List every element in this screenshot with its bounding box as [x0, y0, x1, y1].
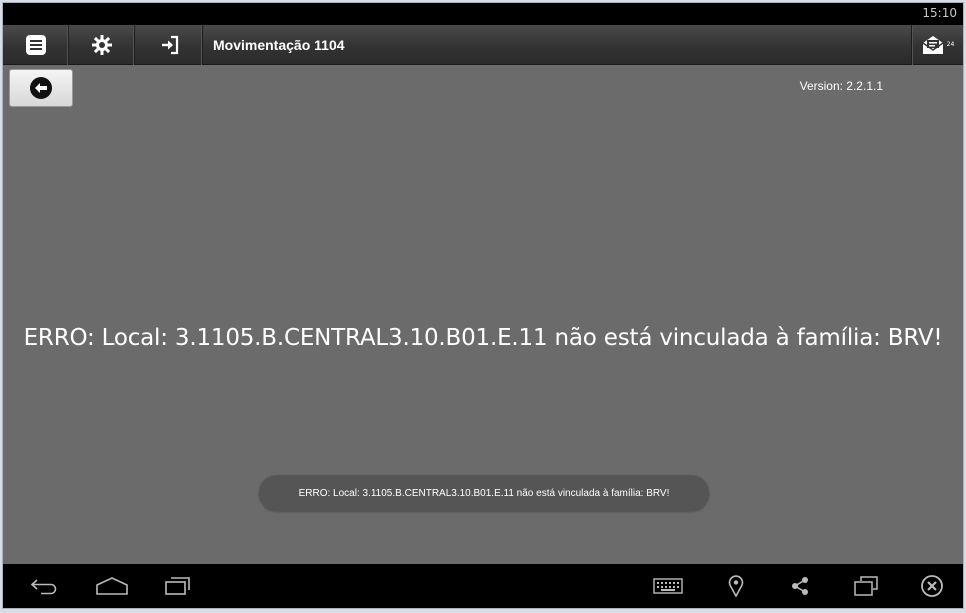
mail-count-badge: 24 — [946, 40, 955, 48]
close-icon — [921, 575, 943, 597]
toast-message: ERRO: Local: 3.1105.B.CENTRAL3.10.B01.E.… — [298, 487, 670, 499]
arrow-left-icon — [30, 77, 52, 99]
keyboard-icon — [653, 578, 683, 594]
menu-button[interactable] — [3, 25, 69, 65]
back-icon — [30, 579, 57, 595]
nav-back-button[interactable] — [19, 564, 69, 608]
keyboard-button[interactable] — [643, 564, 693, 608]
back-button[interactable] — [9, 69, 73, 107]
window-icon — [854, 576, 878, 596]
toast-notification: ERRO: Local: 3.1105.B.CENTRAL3.10.B01.E.… — [259, 475, 709, 511]
status-clock: 15:10 — [922, 6, 957, 20]
navigation-bar — [3, 564, 963, 608]
list-icon — [25, 35, 46, 55]
mail-button[interactable]: 24 — [911, 25, 963, 65]
page-title: Movimentação 1104 — [213, 37, 345, 53]
share-button[interactable] — [775, 564, 825, 608]
window-button[interactable] — [841, 564, 891, 608]
nav-recents-button[interactable] — [153, 564, 203, 608]
home-icon — [96, 577, 128, 595]
nav-home-button[interactable] — [87, 564, 137, 608]
sign-in-icon — [161, 35, 178, 55]
location-icon — [728, 575, 744, 597]
settings-button[interactable] — [69, 25, 135, 65]
action-bar: Movimentação 1104 24 — [3, 25, 963, 65]
status-bar: 15:10 — [3, 3, 963, 25]
location-button[interactable] — [711, 564, 761, 608]
recents-icon — [165, 577, 190, 595]
envelope-icon — [922, 36, 944, 54]
app-window: 15:10 Movimentação 1104 24 Version: 2.2.… — [2, 2, 964, 609]
login-button[interactable] — [137, 25, 203, 65]
version-label: Version: 2.2.1.1 — [799, 79, 883, 93]
close-button[interactable] — [907, 564, 957, 608]
error-message: ERRO: Local: 3.1105.B.CENTRAL3.10.B01.E.… — [23, 325, 943, 351]
share-icon — [792, 577, 808, 595]
gear-icon — [91, 35, 112, 55]
